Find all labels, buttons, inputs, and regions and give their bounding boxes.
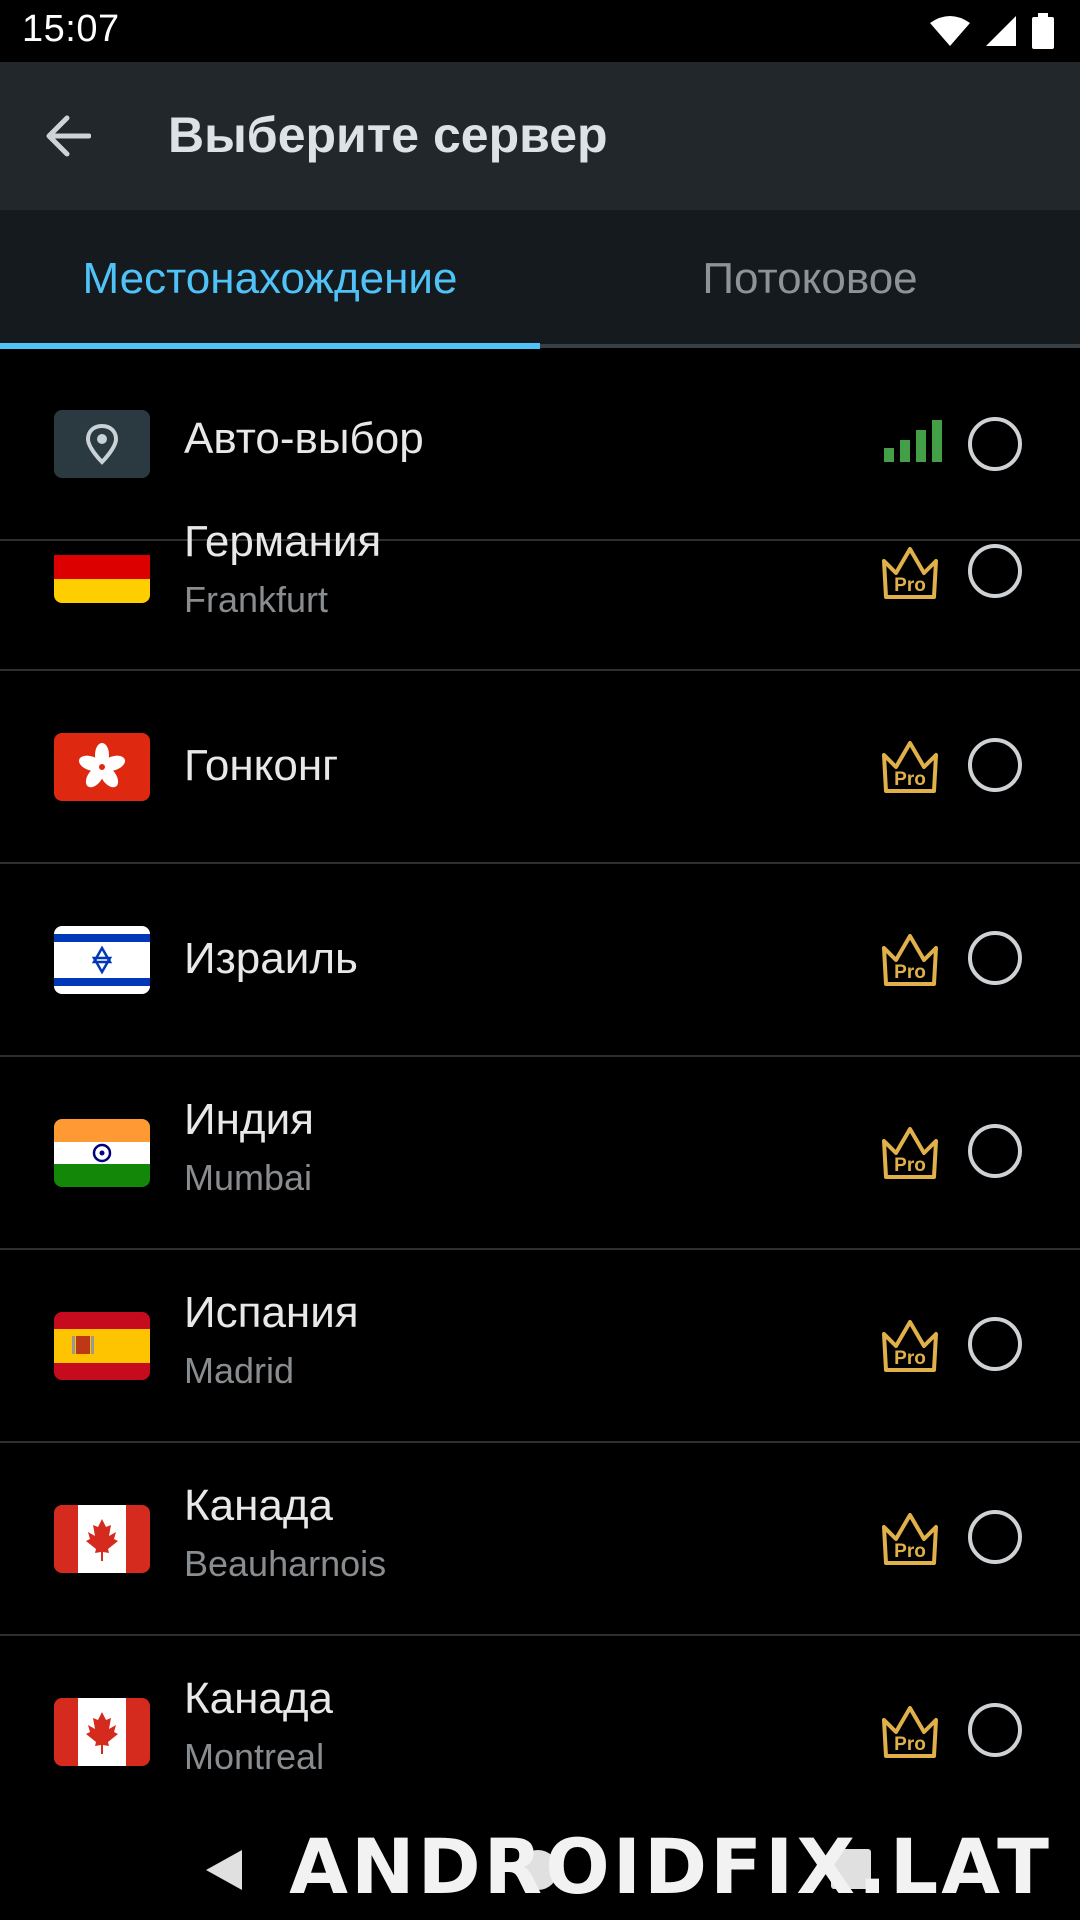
tab-bar: Местонахождение Потоковое	[0, 210, 1080, 348]
server-row-india[interactable]: Индия Mumbai Pro	[0, 1057, 1080, 1250]
svg-text:Pro: Pro	[894, 1155, 926, 1176]
svg-text:Pro: Pro	[894, 962, 926, 983]
server-name: Канада	[184, 1481, 334, 1530]
pro-crown-icon: Pro	[882, 547, 938, 599]
pro-crown-icon: Pro	[882, 1127, 938, 1179]
server-row-canada-montreal[interactable]: Канада Montreal Pro	[0, 1636, 1080, 1818]
germany-flag	[54, 541, 150, 603]
nav-back-icon[interactable]	[204, 1848, 244, 1892]
svg-text:Pro: Pro	[894, 1348, 926, 1369]
status-icons	[930, 12, 1054, 50]
server-row-hong-kong[interactable]: Гонконг Pro	[0, 671, 1080, 864]
server-list[interactable]: Авто-выбор Германия Frankfurt Pro Гонкон…	[0, 348, 1080, 1818]
svg-text:Pro: Pro	[894, 769, 926, 790]
svg-text:Pro: Pro	[894, 1541, 926, 1562]
tab-location[interactable]: Местонахождение	[0, 210, 540, 348]
server-name: Канада	[184, 1674, 334, 1723]
server-name: Гонконг	[184, 741, 339, 790]
server-name: Авто-выбор	[184, 414, 424, 463]
signal-strength-icon	[884, 420, 942, 462]
wifi-icon	[930, 16, 970, 46]
select-radio[interactable]	[968, 1124, 1022, 1178]
select-radio[interactable]	[968, 931, 1022, 985]
location-pin-icon	[54, 410, 150, 478]
status-bar: 15:07	[0, 0, 1080, 62]
server-city: Frankfurt	[184, 579, 329, 620]
server-name: Израиль	[184, 934, 358, 983]
select-radio[interactable]	[968, 1317, 1022, 1371]
server-city: Montreal	[184, 1736, 325, 1777]
select-radio[interactable]	[968, 1510, 1022, 1564]
pro-crown-icon: Pro	[882, 1513, 938, 1565]
back-button[interactable]	[28, 100, 108, 172]
server-name: Индия	[184, 1095, 315, 1144]
israel-flag	[54, 926, 150, 994]
server-name: Германия	[184, 517, 382, 566]
server-row-israel[interactable]: Израиль Pro	[0, 864, 1080, 1057]
pro-crown-icon: Pro	[882, 934, 938, 986]
pro-crown-icon: Pro	[882, 1706, 938, 1758]
status-time: 15:07	[22, 8, 120, 50]
select-radio[interactable]	[968, 417, 1022, 471]
server-row-spain[interactable]: Испания Madrid Pro	[0, 1250, 1080, 1443]
page-title: Выберите сервер	[168, 107, 608, 163]
watermark-text: ANDROIDFIX.LAT	[289, 1822, 1052, 1911]
pro-crown-icon: Pro	[882, 741, 938, 793]
server-city: Mumbai	[184, 1157, 313, 1198]
canada-flag	[54, 1505, 150, 1573]
server-row-germany[interactable]: Германия Frankfurt Pro	[0, 517, 1080, 671]
spain-flag	[54, 1312, 150, 1380]
server-name: Испания	[184, 1288, 359, 1337]
server-row-canada-beauharnois[interactable]: Канада Beauharnois Pro	[0, 1443, 1080, 1636]
svg-text:Pro: Pro	[894, 575, 926, 596]
cell-signal-icon	[986, 16, 1016, 46]
app-bar: Выберите сервер	[0, 62, 1080, 210]
server-city: Madrid	[184, 1350, 295, 1391]
select-radio[interactable]	[968, 738, 1022, 792]
svg-text:Pro: Pro	[894, 1734, 926, 1755]
hong-kong-flag	[54, 733, 150, 801]
india-flag	[54, 1119, 150, 1187]
select-radio[interactable]	[968, 544, 1022, 598]
server-row-auto[interactable]: Авто-выбор	[0, 348, 1080, 541]
arrow-back-icon	[46, 115, 91, 157]
pro-crown-icon: Pro	[882, 1320, 938, 1372]
select-radio[interactable]	[968, 1703, 1022, 1757]
canada-flag	[54, 1698, 150, 1766]
battery-icon	[1032, 13, 1054, 49]
tab-streaming[interactable]: Потоковое	[540, 210, 1080, 348]
server-city: Beauharnois	[184, 1543, 387, 1584]
